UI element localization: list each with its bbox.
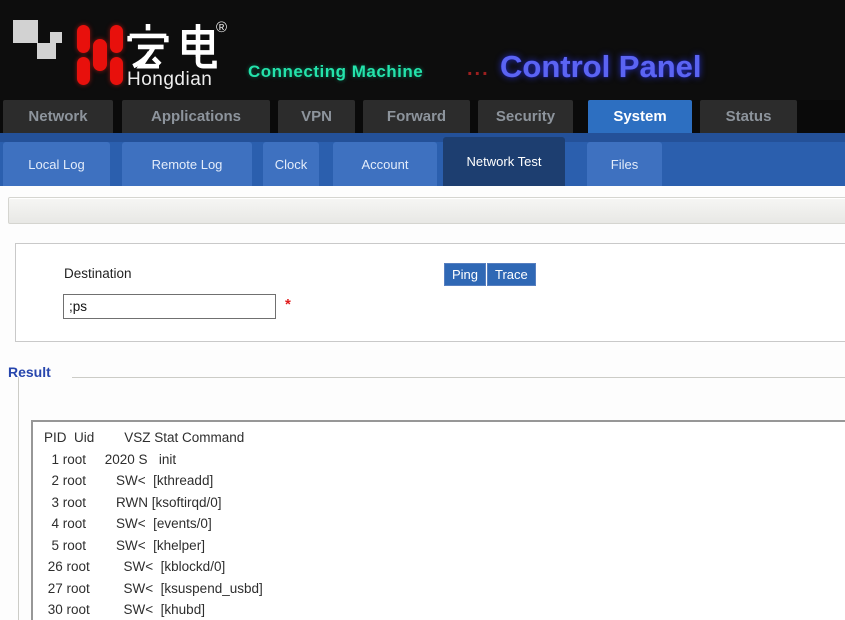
subtab-files[interactable]: Files [587, 142, 662, 186]
tab-vpn[interactable]: VPN [278, 100, 355, 133]
header: ® Hongdian Connecting Machine ... Contro… [0, 0, 845, 100]
status-message-bar [8, 197, 845, 224]
tab-forward[interactable]: Forward [363, 100, 470, 133]
brand-name: Hongdian [127, 69, 212, 91]
network-test-form: Destination * Ping Trace [15, 243, 845, 342]
cjk-char-hong [126, 21, 170, 71]
subtab-remote-log[interactable]: Remote Log [122, 142, 252, 186]
main-nav: Network Applications VPN Forward Securit… [0, 100, 845, 133]
tab-status[interactable]: Status [700, 100, 797, 133]
tab-system[interactable]: System [588, 100, 692, 133]
registered-trademark: ® [216, 19, 227, 36]
result-heading: Result [8, 364, 51, 380]
hongdian-cjk-wordmark [126, 21, 222, 69]
result-line: PID Uid VSZ Stat Command [44, 427, 845, 449]
hongdian-h-logo-icon [77, 22, 123, 88]
tagline-dots: ... [467, 58, 490, 81]
result-line: 3 root RWN [ksoftirqd/0] [44, 492, 845, 514]
result-line: 1 root 2020 S init [44, 449, 845, 471]
content-area: Destination * Ping Trace Result PID Uid … [0, 186, 845, 620]
subtab-network-test[interactable]: Network Test [443, 137, 565, 186]
tab-network[interactable]: Network [3, 100, 113, 133]
destination-input[interactable] [63, 294, 276, 319]
subtab-account[interactable]: Account [333, 142, 437, 186]
result-line: 2 root SW< [kthreadd] [44, 470, 845, 492]
result-fieldset-border [18, 377, 19, 620]
result-line: 26 root SW< [kblockd/0] [44, 556, 845, 578]
sub-nav: Local Log Remote Log Clock Account Netwo… [0, 133, 845, 186]
cjk-char-dian [176, 21, 220, 71]
result-line: 27 root SW< [ksuspend_usbd] [44, 578, 845, 600]
trace-button[interactable]: Trace [487, 263, 536, 286]
subtab-clock[interactable]: Clock [263, 142, 319, 186]
result-line: 5 root SW< [khelper] [44, 535, 845, 557]
subtab-local-log[interactable]: Local Log [3, 142, 110, 186]
result-line: 4 root SW< [events/0] [44, 513, 845, 535]
tab-applications[interactable]: Applications [122, 100, 270, 133]
result-output-textarea[interactable]: PID Uid VSZ Stat Command 1 root 2020 S i… [31, 420, 845, 620]
hongdian-squares-icon [13, 19, 63, 61]
ping-button[interactable]: Ping [444, 263, 486, 286]
control-panel-page: ® Hongdian Connecting Machine ... Contro… [0, 0, 845, 620]
tab-security[interactable]: Security [478, 100, 573, 133]
result-line: 30 root SW< [khubd] [44, 599, 845, 620]
page-title: Control Panel [500, 49, 702, 85]
destination-label: Destination [64, 266, 132, 281]
brand-tagline: Connecting Machine [248, 62, 423, 82]
required-asterisk: * [285, 296, 291, 313]
result-fieldset-line [72, 377, 845, 378]
